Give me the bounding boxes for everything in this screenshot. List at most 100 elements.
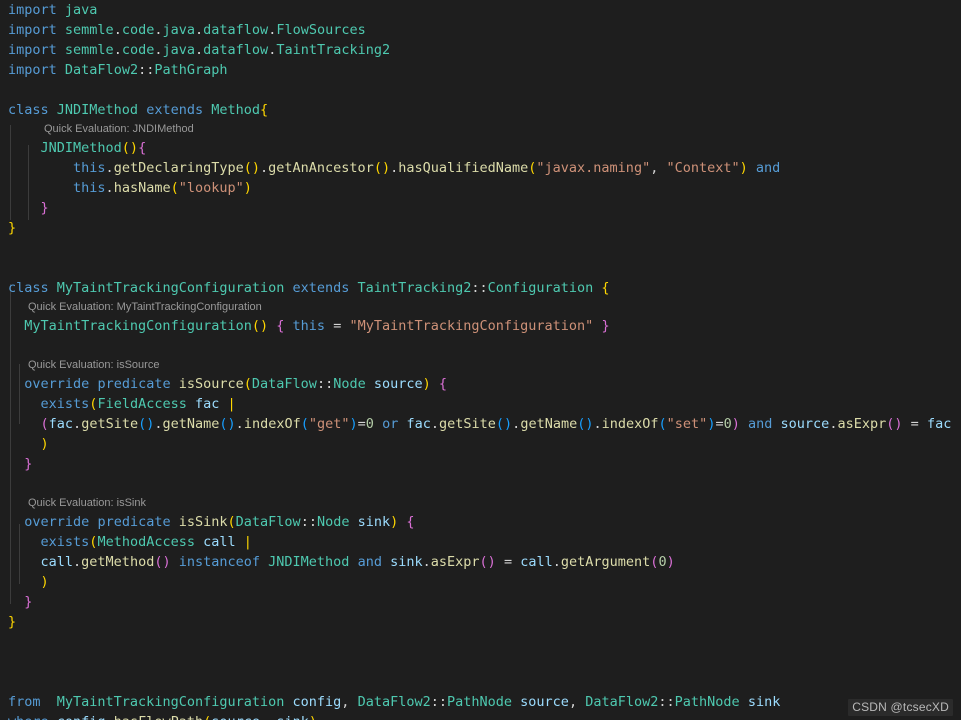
- code-token: class: [8, 280, 49, 296]
- code-token: (): [373, 160, 391, 176]
- code-token: .: [154, 22, 163, 38]
- code-token: .: [105, 160, 114, 176]
- code-token: .: [422, 554, 431, 570]
- code-line[interactable]: import java: [0, 0, 961, 20]
- code-token: .: [113, 42, 122, 58]
- code-line-blank[interactable]: [0, 80, 961, 100]
- code-line-blank[interactable]: [0, 652, 961, 672]
- code-token: (: [300, 416, 309, 432]
- code-token: "MyTaintTrackingConfiguration": [349, 318, 594, 334]
- code-line[interactable]: JNDIMethod(){: [0, 138, 961, 158]
- code-token: {: [138, 140, 147, 156]
- code-line[interactable]: class JNDIMethod extends Method{: [0, 100, 961, 120]
- code-line[interactable]: class MyTaintTrackingConfiguration exten…: [0, 278, 961, 298]
- code-token: config: [57, 714, 106, 720]
- code-token: .: [235, 416, 244, 432]
- code-token: (: [227, 514, 236, 530]
- code-line[interactable]: import semmle.code.java.dataflow.FlowSou…: [0, 20, 961, 40]
- code-line[interactable]: }: [0, 454, 961, 474]
- code-token: ): [243, 180, 252, 196]
- code-token: .: [260, 160, 269, 176]
- code-token: from: [8, 694, 41, 710]
- code-token: Node: [333, 376, 366, 392]
- code-token: getArgument: [560, 554, 651, 570]
- code-line[interactable]: import semmle.code.java.dataflow.TaintTr…: [0, 40, 961, 60]
- code-token: source: [373, 376, 423, 392]
- code-token: "set": [666, 416, 708, 432]
- code-token: MyTaintTrackingConfiguration: [24, 318, 252, 334]
- code-line[interactable]: exists(MethodAccess call |: [0, 532, 961, 552]
- code-token: sink: [276, 714, 309, 720]
- code-line[interactable]: ): [0, 572, 961, 592]
- codelens-lens-mytainttrackingconfiguration[interactable]: Quick Evaluation: MyTaintTrackingConfigu…: [0, 298, 961, 316]
- code-token: this: [73, 160, 106, 176]
- code-line[interactable]: exists(FieldAccess fac |: [0, 394, 961, 414]
- code-line[interactable]: call.getMethod() instanceof JNDIMethod a…: [0, 552, 961, 572]
- code-line-blank[interactable]: [0, 238, 961, 258]
- code-token: override: [24, 376, 90, 392]
- code-token: Configuration: [487, 280, 594, 296]
- code-token: .: [73, 554, 82, 570]
- codelens-label[interactable]: Quick Evaluation: isSource: [8, 359, 159, 371]
- code-token: {: [260, 102, 269, 118]
- code-line[interactable]: }: [0, 198, 961, 218]
- code-token: indexOf: [601, 416, 659, 432]
- code-token: (: [170, 180, 179, 196]
- code-line-blank[interactable]: [0, 258, 961, 278]
- code-token: predicate: [97, 514, 171, 530]
- code-line[interactable]: (fac.getSite().getName().indexOf("get")=…: [0, 414, 961, 434]
- code-token: or: [382, 416, 399, 432]
- code-token: isSink: [178, 514, 228, 530]
- code-token: and: [748, 416, 773, 432]
- code-line[interactable]: where config.hasFlowPath(source, sink): [0, 712, 961, 720]
- code-line[interactable]: this.getDeclaringType().getAnAncestor().…: [0, 158, 961, 178]
- code-token: 0: [365, 416, 374, 432]
- code-line-blank[interactable]: [0, 336, 961, 356]
- code-line[interactable]: override predicate isSource(DataFlow::No…: [0, 374, 961, 394]
- code-token: import: [8, 62, 57, 78]
- code-line-blank[interactable]: [0, 672, 961, 692]
- code-token: =: [357, 416, 366, 432]
- code-token: call: [40, 554, 74, 570]
- code-token: (: [40, 416, 49, 432]
- codelens-lens-issink[interactable]: Quick Evaluation: isSink: [0, 494, 961, 512]
- code-line[interactable]: import DataFlow2::PathGraph: [0, 60, 961, 80]
- code-line-blank[interactable]: [0, 474, 961, 494]
- code-line[interactable]: }: [0, 612, 961, 632]
- codelens-lens-issource[interactable]: Quick Evaluation: isSource: [0, 356, 961, 374]
- code-line-blank[interactable]: [0, 632, 961, 652]
- code-token: and: [357, 554, 382, 570]
- codelens-label[interactable]: Quick Evaluation: isSink: [8, 497, 146, 509]
- code-line[interactable]: ): [0, 434, 961, 454]
- code-token: override: [24, 514, 90, 530]
- code-token: (): [219, 416, 236, 432]
- code-token: extends: [292, 280, 350, 296]
- code-token: asExpr: [430, 554, 480, 570]
- code-content[interactable]: import java import semmle.code.java.dataf…: [0, 0, 961, 720]
- codelens-label[interactable]: Quick Evaluation: MyTaintTrackingConfigu…: [8, 301, 262, 313]
- code-line[interactable]: from MyTaintTrackingConfiguration config…: [0, 692, 961, 712]
- code-editor[interactable]: import java import semmle.code.java.dataf…: [0, 0, 961, 720]
- code-token: }: [601, 318, 610, 334]
- code-line[interactable]: this.hasName("lookup"): [0, 178, 961, 198]
- code-token: ): [40, 574, 49, 590]
- code-token: source: [780, 416, 830, 432]
- code-line[interactable]: }: [0, 592, 961, 612]
- code-token: ::: [658, 694, 675, 710]
- codelens-lens-jndimethod[interactable]: Quick Evaluation: JNDIMethod: [0, 120, 961, 138]
- codelens-label[interactable]: Quick Evaluation: JNDIMethod: [8, 123, 194, 135]
- code-line[interactable]: MyTaintTrackingConfiguration() { this = …: [0, 316, 961, 336]
- code-line[interactable]: override predicate isSink(DataFlow::Node…: [0, 512, 961, 532]
- code-line[interactable]: }: [0, 218, 961, 238]
- code-token: fac: [48, 416, 74, 432]
